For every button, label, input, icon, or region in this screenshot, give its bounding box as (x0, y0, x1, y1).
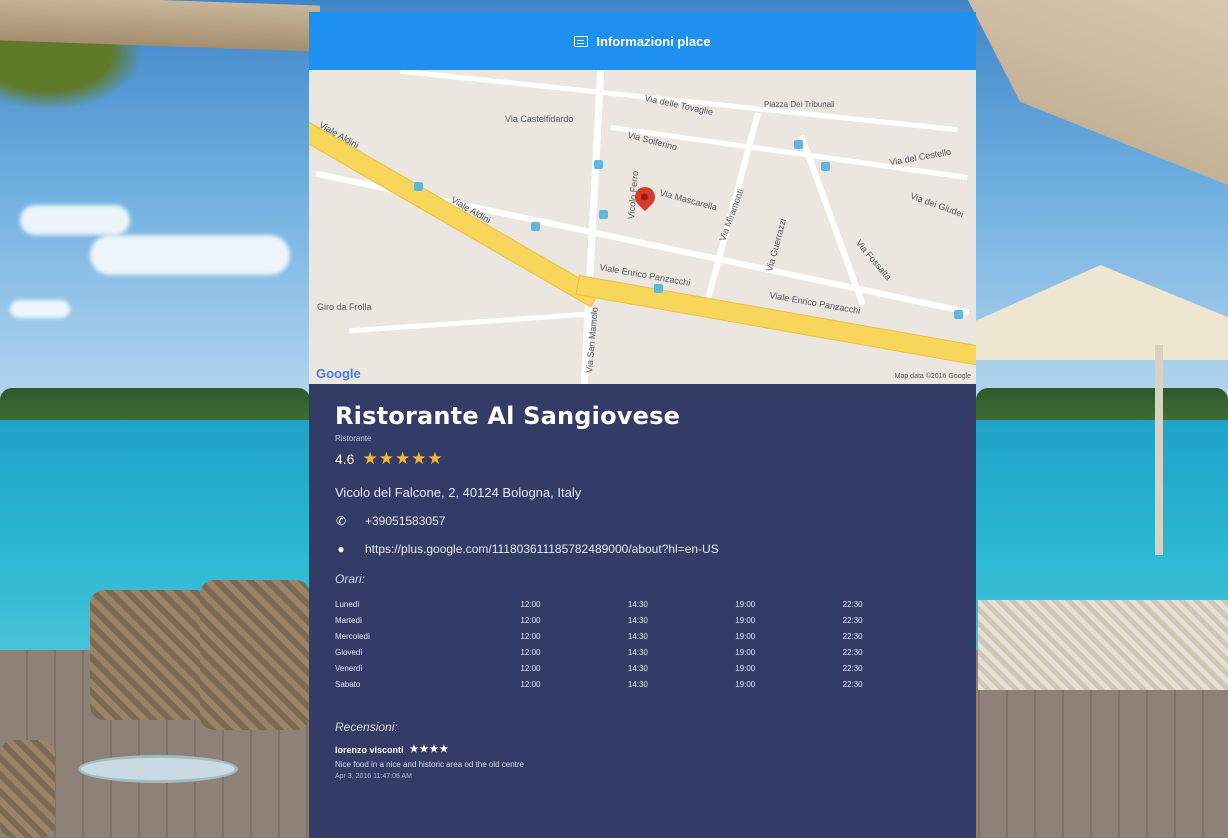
globe-icon: ● (337, 542, 345, 556)
hours-table: Lunedì 12:00 14:30 19:00 22:30 Martedì 12:00 14… (335, 596, 950, 692)
hours-row: Giovedì 12:00 14:30 19:00 22:30 (335, 644, 950, 660)
map-poi (794, 140, 803, 149)
hours-day: Venerdì (335, 663, 363, 673)
hours-day: Mercoledì (335, 631, 371, 641)
google-logo: Google (316, 366, 361, 381)
hours-time: 19:00 (735, 631, 756, 641)
rating-value: 4.6 (335, 451, 355, 467)
map-road (349, 311, 589, 334)
sun-lounger (978, 600, 1228, 690)
hours-row: Lunedì 12:00 14:30 19:00 22:30 (335, 596, 950, 612)
umbrella-pole (1155, 345, 1163, 555)
hours-row: Venerdì 12:00 14:30 19:00 22:30 (335, 660, 950, 676)
place-name: Ristorante Al Sangiovese (335, 402, 681, 430)
website-row: ● https://plus.google.com/11180361118578… (335, 542, 950, 556)
review-stars: ★★★★ (409, 744, 450, 755)
hours-time: 12:00 (520, 679, 541, 689)
hours-time: 12:00 (520, 599, 541, 609)
hours-time: 19:00 (735, 599, 756, 609)
map-road-major (575, 275, 976, 368)
hours-time: 14:30 (627, 599, 648, 609)
hours-row: Martedì 12:00 14:30 19:00 22:30 (335, 612, 950, 628)
map-view[interactable]: Viale Aldini Viale Aldini Viale Enrico P… (309, 70, 976, 384)
street-label: Via Miramonti (717, 187, 746, 243)
phone-icon: ✆ (335, 514, 347, 528)
hours-title: Orari: (335, 572, 365, 586)
hours-time: 22:30 (842, 615, 863, 625)
hours-time: 14:30 (627, 647, 648, 657)
hours-time: 12:00 (520, 647, 541, 657)
treeline (976, 388, 1228, 424)
hours-row: Mercoledì 12:00 14:30 19:00 22:30 (335, 628, 950, 644)
street-label: Via dei Giudei (908, 190, 965, 220)
hours-time: 19:00 (735, 615, 756, 625)
street-label: Via Castelfidardo (505, 114, 574, 124)
hours-time: 22:30 (842, 663, 863, 673)
map-poi (599, 210, 608, 219)
map-poi (594, 160, 603, 169)
map-poi (414, 182, 423, 191)
hours-day: Lunedì (335, 599, 360, 609)
street-label: Via del Cestello (888, 146, 952, 168)
street-label: Giro da Frolla (317, 302, 372, 312)
treeline (0, 388, 310, 424)
map-poi (654, 284, 663, 293)
website-link[interactable]: https://plus.google.com/1118036111857824… (365, 542, 719, 556)
map-poi (531, 222, 540, 231)
hours-time: 12:00 (520, 615, 541, 625)
hours-time: 12:00 (520, 631, 541, 641)
map-poi (821, 162, 830, 171)
review-item: lorenzo visconti ★★★★ Nice food in a nic… (335, 744, 950, 780)
cloud (20, 205, 130, 235)
street-label: Via Mascarella (658, 187, 719, 213)
place-type: Ristorante (335, 434, 372, 443)
street-label: Piazza Dei Tribunali (764, 100, 835, 109)
hours-time: 14:30 (627, 615, 648, 625)
hours-time: 22:30 (842, 679, 863, 689)
place-address: Vicolo del Falcone, 2, 40124 Bologna, It… (335, 485, 582, 500)
place-details: Ristorante Al Sangiovese Ristorante 4.6 … (309, 384, 976, 780)
hours-time: 19:00 (735, 679, 756, 689)
panel-title: Informazioni place (596, 33, 711, 49)
phone-number[interactable]: +39051583057 (365, 514, 445, 528)
hours-time: 14:30 (627, 679, 648, 689)
street-label: Via delle Tovaglie (643, 92, 715, 118)
review-date: Apr 3, 2016 11:47:06 AM (335, 773, 412, 780)
hours-time: 14:30 (627, 631, 648, 641)
hours-time: 22:30 (842, 599, 863, 609)
street-label: Via Fossalta (853, 237, 894, 283)
review-header: lorenzo visconti ★★★★ (335, 744, 950, 755)
wicker-chair (0, 740, 55, 838)
review-text: Nice food in a nice and historic area od… (335, 760, 525, 769)
panel-header: Informazioni place (309, 12, 976, 70)
hours-time: 22:30 (842, 631, 863, 641)
calendar-icon (574, 35, 589, 47)
hours-time: 22:30 (842, 647, 863, 657)
place-info-panel: Informazioni place Viale Aldini Viale Al… (309, 12, 976, 838)
wicker-chair (200, 580, 310, 730)
hours-time: 19:00 (735, 647, 756, 657)
hours-day: Giovedì (335, 647, 363, 657)
hours-time: 14:30 (627, 663, 648, 673)
map-credit: Map data ©2016 Google (894, 373, 971, 380)
hours-time: 12:00 (520, 663, 541, 673)
hours-time: 19:00 (735, 663, 756, 673)
phone-row: ✆ +39051583057 (335, 514, 950, 528)
hours-day: Martedì (335, 615, 363, 625)
cloud (10, 300, 70, 318)
street-label: Via Guerrazzi (764, 217, 789, 273)
hours-row: Sabato 12:00 14:30 19:00 22:30 (335, 676, 950, 692)
cloud (90, 235, 290, 275)
review-author: lorenzo visconti (335, 744, 404, 755)
hours-day: Sabato (335, 679, 361, 689)
side-table (78, 755, 238, 783)
reviews-title: Recensioni: (335, 720, 398, 734)
rating-stars: ★★★★★ (362, 449, 444, 468)
rating-row: 4.6 ★★★★★ (335, 449, 950, 469)
map-poi (954, 310, 963, 319)
